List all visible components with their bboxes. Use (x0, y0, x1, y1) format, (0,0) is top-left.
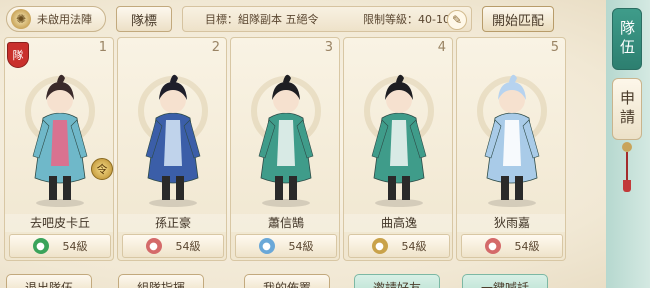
member-level-bar: ● 54級 (461, 234, 563, 258)
character-portrait (32, 74, 88, 207)
school-icon: ● (32, 238, 49, 254)
target-bar[interactable]: 目標：組隊副本 五絕令 限制等級：40-100 ✎ (182, 6, 472, 32)
left-leg (49, 176, 57, 200)
member-level: 54級 (175, 240, 201, 253)
my-layout-button[interactable]: 我的佈置 (244, 274, 330, 288)
member-name: 曲高逸 (344, 214, 452, 232)
member-level-bar: ● 54級 (9, 234, 111, 258)
character-portrait (371, 74, 427, 207)
leave-team-button[interactable]: 退出隊伍 (6, 274, 92, 288)
tab-team-label: 隊伍 (618, 20, 636, 58)
team-command-button[interactable]: 組隊指揮 (118, 274, 204, 288)
formation-icon: ✺ (11, 9, 31, 29)
school-icon: ● (484, 238, 501, 254)
left-leg (501, 176, 509, 200)
bottom-action-bar: 退出隊伍 組隊指揮 我的佈置 邀請好友 一鍵喊話 (0, 268, 606, 288)
ground-shadow (36, 199, 84, 207)
character-portrait (145, 74, 201, 207)
school-icon: ● (371, 238, 388, 254)
top-bar: ✺ 未啟用法陣 隊標 目標：組隊副本 五絕令 限制等級：40-100 ✎ 開始匹… (6, 6, 554, 32)
member-level-bar: ● 54級 (348, 234, 450, 258)
formation-button[interactable]: ✺ 未啟用法陣 (6, 6, 106, 32)
inner-garment (503, 120, 521, 166)
tab-apply-label: 申請 (618, 90, 636, 128)
school-icon: ● (145, 238, 162, 254)
team-tag-button[interactable]: 隊標 (116, 6, 172, 32)
member-card[interactable]: 1 隊 令 去吧皮卡丘 ● 54級 (4, 37, 114, 261)
left-leg (275, 176, 283, 200)
broadcast-button[interactable]: 一鍵喊話 (462, 274, 548, 288)
left-leg (162, 176, 170, 200)
member-card[interactable]: 3 蕭信鵠 ● 54級 (230, 37, 340, 261)
right-leg (289, 176, 297, 200)
target-label: 目標：組隊副本 五絕令 (205, 13, 319, 26)
member-level: 54級 (401, 240, 427, 253)
member-name: 去吧皮卡丘 (5, 214, 113, 232)
inner-garment (51, 120, 69, 166)
ground-shadow (149, 199, 197, 207)
left-leg (388, 176, 396, 200)
ground-shadow (375, 199, 423, 207)
right-leg (402, 176, 410, 200)
member-level: 54級 (288, 240, 314, 253)
character-portrait (484, 74, 540, 207)
member-card-list: 1 隊 令 去吧皮卡丘 ● 54級 2 孫正豪 ● 54級 3 蕭信鵠 ● 54… (4, 37, 604, 261)
member-card[interactable]: 2 孫正豪 ● 54級 (117, 37, 227, 261)
tassel-ornament (622, 142, 632, 192)
member-card[interactable]: 5 狄雨嘉 ● 54級 (456, 37, 566, 261)
right-leg (515, 176, 523, 200)
inner-garment (277, 120, 295, 166)
command-token-badge: 令 (91, 158, 113, 180)
side-tab-bar: 隊伍 申請 (606, 0, 650, 288)
formation-label: 未啟用法陣 (37, 13, 92, 26)
ground-shadow (488, 199, 536, 207)
member-card[interactable]: 4 曲高逸 ● 54級 (343, 37, 453, 261)
right-leg (63, 176, 71, 200)
leader-badge: 隊 (7, 42, 29, 68)
member-level-bar: ● 54級 (235, 234, 337, 258)
member-name: 孫正豪 (118, 214, 226, 232)
invite-friends-button[interactable]: 邀請好友 (354, 274, 440, 288)
tab-apply[interactable]: 申請 (612, 78, 642, 140)
member-level: 54級 (62, 240, 88, 253)
brush-icon[interactable]: ✎ (447, 10, 467, 30)
member-name: 狄雨嘉 (457, 214, 565, 232)
inner-garment (164, 120, 182, 166)
inner-garment (390, 120, 408, 166)
ground-shadow (262, 199, 310, 207)
tab-team[interactable]: 隊伍 (612, 8, 642, 70)
character-portrait (258, 74, 314, 207)
member-level: 54級 (514, 240, 540, 253)
right-leg (176, 176, 184, 200)
start-match-button[interactable]: 開始匹配 (482, 6, 554, 32)
school-icon: ● (258, 238, 275, 254)
member-level-bar: ● 54級 (122, 234, 224, 258)
member-name: 蕭信鵠 (231, 214, 339, 232)
